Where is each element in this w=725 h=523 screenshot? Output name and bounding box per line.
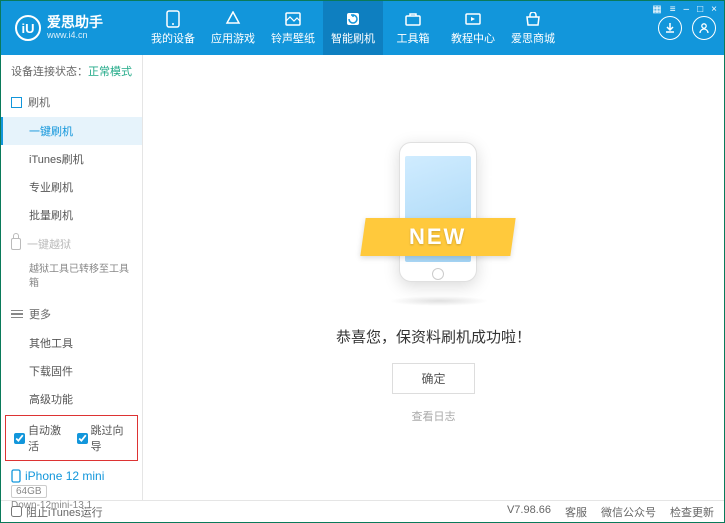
app-title: 爱思助手 <box>47 15 103 30</box>
main-content: NEW 恭喜您，保资料刷机成功啦！ 确定 查看日志 <box>143 55 724 500</box>
minimize-icon[interactable]: – <box>684 4 690 15</box>
connection-status: 设备连接状态：正常模式 <box>1 55 142 87</box>
toolbox-icon <box>404 10 422 28</box>
tab-label: 应用游戏 <box>211 30 255 46</box>
wechat-link[interactable]: 微信公众号 <box>601 504 656 520</box>
options-box: 自动激活 跳过向导 <box>5 415 138 461</box>
sidebar: 设备连接状态：正常模式 刷机 一键刷机 iTunes刷机 专业刷机 批量刷机 一… <box>1 55 143 500</box>
sidebar-item-firmware[interactable]: 下载固件 <box>1 357 142 385</box>
logo-icon: iU <box>15 15 41 41</box>
sidebar-item-itunes[interactable]: iTunes刷机 <box>1 145 142 173</box>
tab-label: 智能刷机 <box>331 30 375 46</box>
phone-icon <box>11 469 21 483</box>
wallpaper-icon <box>284 10 302 28</box>
jailbreak-note: 越狱工具已转移至工具箱 <box>1 259 142 299</box>
tab-toolbox[interactable]: 工具箱 <box>383 1 443 55</box>
nav-tabs: 我的设备 应用游戏 铃声壁纸 智能刷机 工具箱 教程中心 爱思商城 <box>143 1 658 55</box>
ok-button[interactable]: 确定 <box>392 363 474 394</box>
auto-activate-checkbox[interactable]: 自动激活 <box>14 422 67 454</box>
tab-label: 爱思商城 <box>511 30 555 46</box>
tab-flash[interactable]: 智能刷机 <box>323 1 383 55</box>
sidebar-item-advanced[interactable]: 高级功能 <box>1 385 142 413</box>
sidebar-item-oneclick[interactable]: 一键刷机 <box>1 117 142 145</box>
sidebar-flash-header[interactable]: 刷机 <box>1 87 142 117</box>
sidebar-item-other[interactable]: 其他工具 <box>1 329 142 357</box>
version-label: V7.98.66 <box>507 504 551 520</box>
service-link[interactable]: 客服 <box>565 504 587 520</box>
skip-guide-checkbox[interactable]: 跳过向导 <box>77 422 130 454</box>
store-icon <box>524 10 542 28</box>
tab-ringtones[interactable]: 铃声壁纸 <box>263 1 323 55</box>
user-button[interactable] <box>692 16 716 40</box>
close-icon[interactable]: × <box>711 4 717 15</box>
tutorial-icon <box>464 10 482 28</box>
download-button[interactable] <box>658 16 682 40</box>
block-itunes-checkbox[interactable]: 阻止iTunes运行 <box>11 504 103 520</box>
app-url: www.i4.cn <box>47 31 103 41</box>
settings-icon[interactable]: ≡ <box>670 4 676 15</box>
tab-label: 我的设备 <box>151 30 195 46</box>
new-banner: NEW <box>360 218 515 256</box>
app-header: iU 爱思助手 www.i4.cn 我的设备 应用游戏 铃声壁纸 智能刷机 工具… <box>1 1 724 55</box>
sidebar-more-header[interactable]: 更多 <box>1 299 142 329</box>
tab-device[interactable]: 我的设备 <box>143 1 203 55</box>
sidebar-item-pro[interactable]: 专业刷机 <box>1 173 142 201</box>
menu-icon[interactable]: ▦ <box>652 4 661 15</box>
update-link[interactable]: 检查更新 <box>670 504 714 520</box>
more-icon <box>11 310 23 319</box>
sidebar-item-batch[interactable]: 批量刷机 <box>1 201 142 229</box>
window-controls: ▦ ≡ – □ × <box>652 4 717 15</box>
tab-label: 工具箱 <box>397 30 430 46</box>
tab-store[interactable]: 爱思商城 <box>503 1 563 55</box>
success-message: 恭喜您，保资料刷机成功啦！ <box>336 326 531 347</box>
flash-section-icon <box>11 97 22 108</box>
sidebar-jailbreak-header: 一键越狱 <box>1 229 142 259</box>
tab-apps[interactable]: 应用游戏 <box>203 1 263 55</box>
tab-tutorials[interactable]: 教程中心 <box>443 1 503 55</box>
apps-icon <box>224 10 242 28</box>
tab-label: 铃声壁纸 <box>271 30 315 46</box>
lock-icon <box>11 238 21 250</box>
flash-icon <box>344 10 362 28</box>
device-icon <box>164 10 182 28</box>
device-storage: 64GB <box>11 485 47 498</box>
tab-label: 教程中心 <box>451 30 495 46</box>
maximize-icon[interactable]: □ <box>697 4 703 15</box>
view-log-link[interactable]: 查看日志 <box>412 408 456 424</box>
status-bar: 阻止iTunes运行 V7.98.66 客服 微信公众号 检查更新 <box>1 500 724 522</box>
success-illustration: NEW <box>369 132 499 312</box>
logo: iU 爱思助手 www.i4.cn <box>15 15 143 41</box>
device-name-text: iPhone 12 mini <box>25 469 104 483</box>
